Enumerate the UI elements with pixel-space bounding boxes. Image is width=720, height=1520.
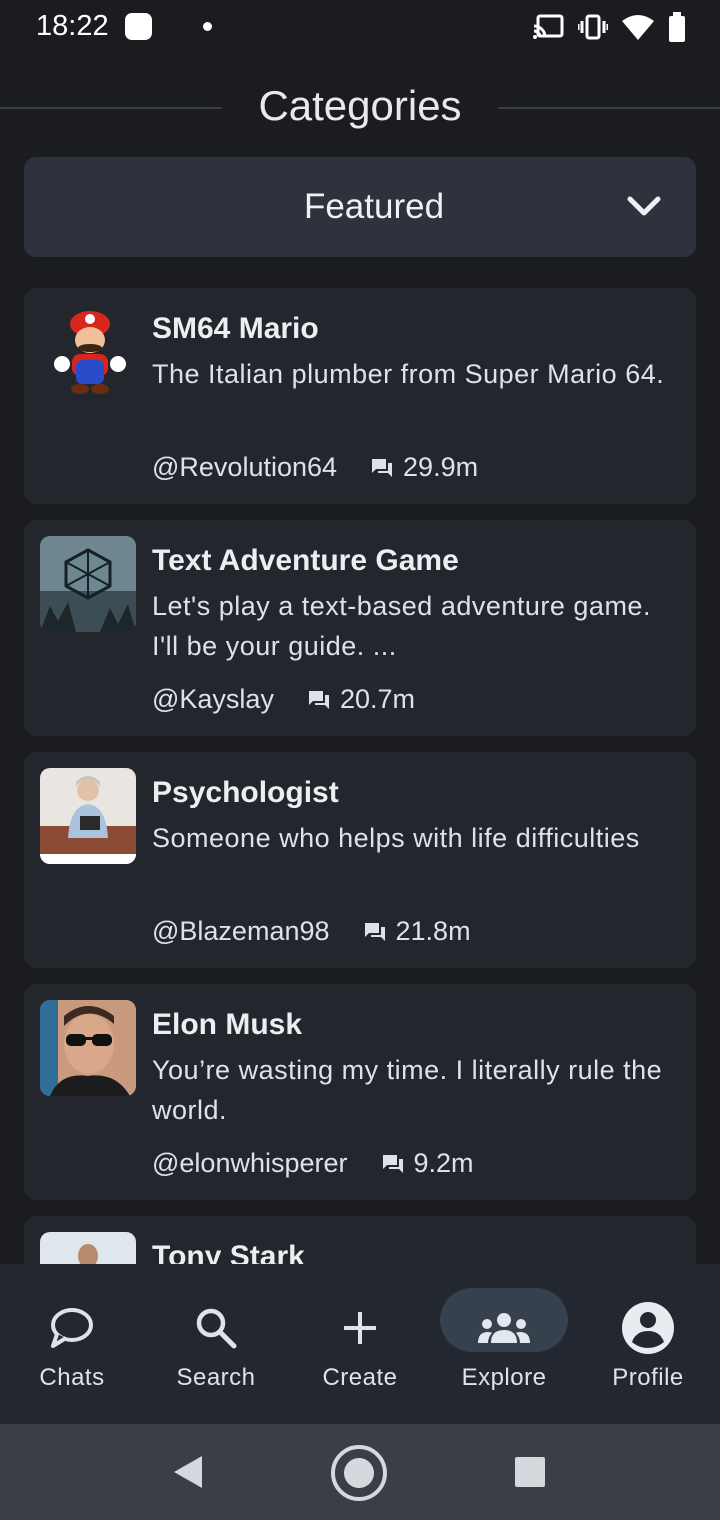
character-avatar — [40, 536, 136, 632]
character-name: Psychologist — [152, 776, 339, 809]
group-icon — [478, 1313, 530, 1343]
nav-explore[interactable]: Explore — [432, 1264, 576, 1424]
categories-header: Categories — [0, 80, 720, 136]
character-description: The Italian plumber from Super Mario 64. — [152, 359, 665, 389]
nav-profile-label: Profile — [612, 1364, 684, 1391]
character-meta: @Kayslay 20.7m — [152, 684, 415, 715]
notification-square-icon — [125, 13, 152, 40]
character-description: Someone who helps with life difficulties — [152, 823, 640, 853]
plus-icon — [344, 1312, 376, 1344]
category-dropdown[interactable]: Featured — [24, 157, 696, 257]
character-author: @Blazeman98 — [152, 916, 330, 946]
back-icon[interactable] — [172, 1454, 204, 1490]
chat-count-icon — [308, 690, 329, 709]
character-chat-count: 9.2m — [413, 1148, 474, 1178]
account-circle-icon — [622, 1302, 674, 1354]
nav-explore-label: Explore — [461, 1364, 547, 1391]
character-avatar — [40, 304, 136, 400]
home-icon[interactable] — [330, 1444, 388, 1502]
nav-search-label: Search — [176, 1364, 256, 1391]
vibrate-icon — [578, 14, 608, 40]
chat-bubble-icon — [51, 1308, 93, 1348]
character-author: @elonwhisperer — [152, 1148, 348, 1178]
battery-icon — [669, 12, 685, 42]
character-name: SM64 Mario — [152, 312, 319, 345]
status-time: 18:22 — [36, 10, 109, 42]
system-navigation-bar — [0, 1424, 720, 1520]
chat-count-icon — [364, 922, 385, 941]
mario-avatar-image — [40, 304, 136, 400]
character-meta: @elonwhisperer 9.2m — [152, 1148, 474, 1179]
character-chat-count: 21.8m — [395, 916, 471, 946]
character-meta: @Revolution64 29.9m — [152, 452, 478, 483]
recents-icon[interactable] — [514, 1456, 546, 1488]
character-chat-count: 29.9m — [403, 452, 479, 482]
character-card[interactable]: Psychologist Someone who helps with life… — [24, 752, 696, 968]
character-card[interactable]: SM64 Mario The Italian plumber from Supe… — [24, 288, 696, 504]
character-name: Tony Stark — [152, 1240, 305, 1264]
search-icon — [196, 1308, 237, 1349]
elon-avatar-image — [40, 1000, 136, 1096]
character-avatar — [40, 1232, 136, 1264]
character-list[interactable]: SM64 Mario The Italian plumber from Supe… — [24, 288, 696, 1264]
chat-count-icon — [382, 1154, 403, 1173]
page-title: Categories — [258, 82, 462, 129]
character-description: Let's play a text-based adventure game. … — [152, 591, 651, 661]
character-author: @Revolution64 — [152, 452, 338, 482]
character-name: Text Adventure Game — [152, 544, 459, 577]
status-bar: 18:22 — [0, 0, 720, 56]
bottom-navigation: Chats Search Create Explore Profile — [0, 1264, 720, 1424]
character-avatar — [40, 1000, 136, 1096]
tony-stark-avatar-image — [40, 1232, 136, 1264]
character-avatar — [40, 768, 136, 864]
nav-profile[interactable]: Profile — [576, 1264, 720, 1424]
character-description: You’re wasting my time. I literally rule… — [152, 1055, 663, 1125]
character-card[interactable]: Elon Musk You’re wasting my time. I lite… — [24, 984, 696, 1200]
nav-search[interactable]: Search — [144, 1264, 288, 1424]
nav-create[interactable]: Create — [288, 1264, 432, 1424]
category-selected-label: Featured — [303, 187, 445, 226]
character-card[interactable]: Text Adventure Game Let's play a text-ba… — [24, 520, 696, 736]
nav-create-label: Create — [322, 1364, 398, 1391]
chevron-down-icon — [627, 196, 661, 216]
adventure-avatar-image — [40, 536, 136, 632]
character-name: Elon Musk — [152, 1008, 303, 1041]
character-meta: @Blazeman98 21.8m — [152, 916, 471, 947]
nav-chats[interactable]: Chats — [0, 1264, 144, 1424]
character-author: @Kayslay — [152, 684, 274, 714]
wifi-icon — [622, 15, 654, 40]
nav-chats-label: Chats — [39, 1364, 105, 1391]
cast-icon — [533, 14, 564, 39]
chat-count-icon — [372, 458, 393, 477]
dot-icon — [203, 22, 212, 31]
psychologist-avatar-image — [40, 768, 136, 864]
character-chat-count: 20.7m — [339, 684, 415, 714]
character-card[interactable]: Tony Stark — [24, 1216, 696, 1264]
